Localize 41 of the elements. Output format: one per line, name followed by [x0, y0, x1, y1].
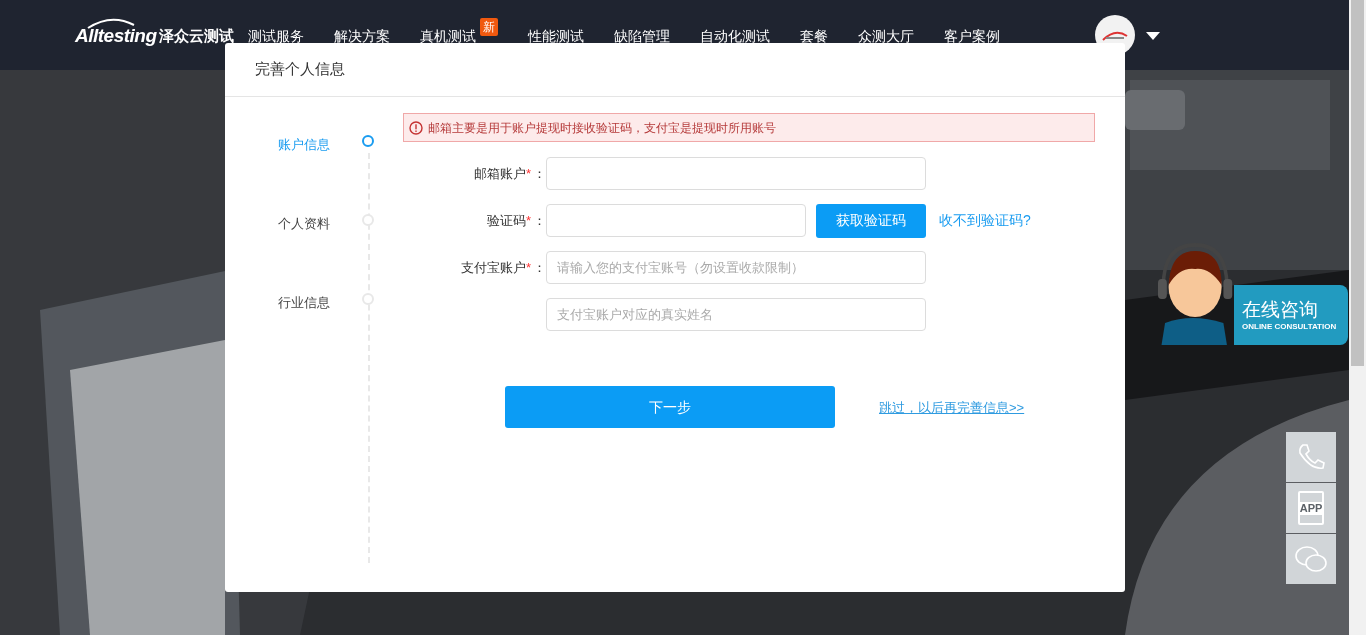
- side-tool-button[interactable]: APP: [1286, 483, 1336, 533]
- phone-icon: [1297, 443, 1325, 471]
- nav-link[interactable]: 众测大厅: [857, 25, 914, 47]
- dialog-title: 完善个人信息: [255, 59, 345, 80]
- logo-brand[interactable]: Alltesting: [75, 25, 157, 47]
- consult-subtitle: ONLINE CONSULTATION: [1242, 320, 1338, 332]
- step-label[interactable]: 行业信息: [225, 293, 330, 313]
- required-mark: *: [525, 164, 531, 183]
- consult-title: 在线咨询: [1242, 298, 1319, 321]
- warning-icon: [409, 120, 423, 135]
- nav-link[interactable]: 测试服务: [247, 25, 304, 47]
- required-mark: *: [525, 211, 531, 230]
- nav-link[interactable]: 自动化测试: [699, 25, 770, 47]
- input-field[interactable]: 支付宝账户对应的真实姓名: [546, 298, 926, 331]
- scrollbar[interactable]: [1349, 0, 1366, 635]
- chat-bubbles-icon: [1294, 544, 1328, 574]
- label-colon: ：: [533, 258, 546, 277]
- nav-link[interactable]: 性能测试: [527, 25, 584, 47]
- field-label: 支付宝账户: [460, 258, 526, 277]
- nav-link[interactable]: 缺陷管理: [613, 25, 670, 47]
- notice-text: 邮箱主要是用于账户提现时接收验证码，支付宝是提现时所用账号: [428, 119, 776, 137]
- input-field[interactable]: [546, 204, 806, 237]
- input-field[interactable]: 请输入您的支付宝账号（勿设置收款限制）: [546, 251, 926, 284]
- required-mark: *: [525, 258, 531, 277]
- nav-link[interactable]: 套餐: [799, 25, 828, 47]
- field-label: 验证码: [486, 211, 526, 230]
- side-tool-button[interactable]: [1286, 534, 1336, 584]
- input-field[interactable]: [546, 157, 926, 190]
- step-label[interactable]: 个人资料: [225, 214, 330, 234]
- side-tool-button[interactable]: [1286, 432, 1336, 482]
- caret-down-icon[interactable]: [1146, 32, 1160, 40]
- new-badge: 新: [479, 18, 498, 36]
- logo-arc-icon: [86, 17, 136, 29]
- app-label: APP: [1297, 501, 1325, 515]
- label-colon: ：: [533, 164, 546, 183]
- logo-name: 泽众云测试: [158, 26, 234, 46]
- nav-link[interactable]: 客户案例: [943, 25, 1000, 47]
- nav-link[interactable]: 解决方案: [333, 25, 390, 47]
- field-label: 邮箱账户: [473, 164, 526, 183]
- label-colon: ：: [533, 211, 546, 230]
- nav-link[interactable]: 真机测试: [419, 25, 476, 47]
